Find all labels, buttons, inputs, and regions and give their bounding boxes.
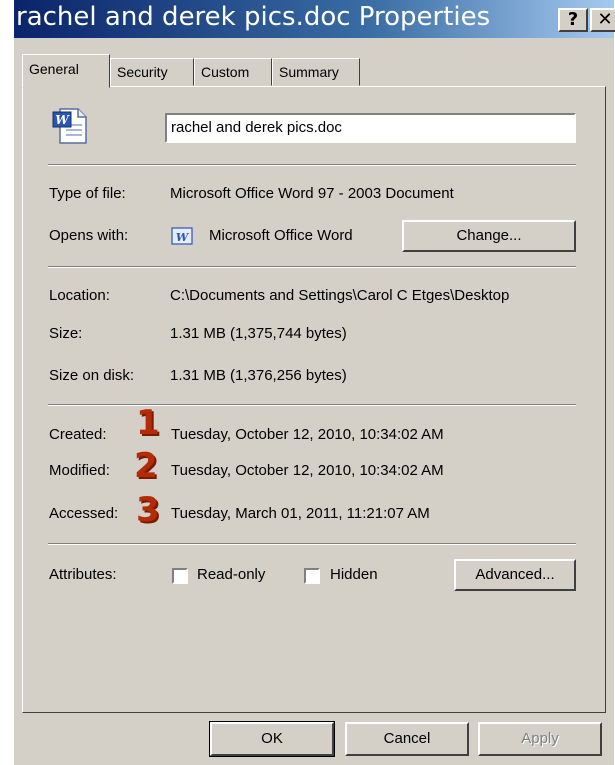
type-value: Microsoft Office Word 97 - 2003 Document (170, 185, 454, 202)
general-panel (22, 86, 606, 713)
hidden-checkbox[interactable] (304, 568, 320, 584)
word-app-icon: W (171, 226, 193, 250)
annotation-marker-3: 3 (136, 490, 160, 530)
location-value: C:\Documents and Settings\Carol C Etges\… (170, 287, 510, 304)
accessed-value: Tuesday, March 01, 2011, 11:21:07 AM (171, 505, 430, 522)
close-button[interactable]: ✕ (590, 8, 615, 32)
tab-summary[interactable]: Summary (272, 58, 360, 86)
hidden-label: Hidden (330, 566, 378, 583)
change-button[interactable]: Change... (402, 220, 576, 252)
svg-text:W: W (55, 113, 70, 127)
svg-text:W: W (176, 231, 190, 244)
cancel-button[interactable]: Cancel (345, 722, 469, 756)
size-label: Size: (49, 325, 83, 342)
created-label: Created: (49, 426, 107, 443)
modified-value: Tuesday, October 12, 2010, 10:34:02 AM (171, 462, 444, 479)
separator (48, 266, 576, 268)
size-value: 1.31 MB (1,375,744 bytes) (170, 325, 347, 342)
read-only-checkbox[interactable] (172, 568, 188, 584)
title-bar[interactable]: rachel and derek pics.doc Properties ? ✕ (14, 0, 615, 38)
tab-security[interactable]: Security (110, 58, 194, 86)
read-only-label: Read-only (197, 566, 266, 583)
word-document-icon: W (52, 107, 88, 149)
close-icon: ✕ (597, 9, 613, 30)
ok-button[interactable]: OK (209, 721, 335, 757)
tab-custom[interactable]: Custom (194, 58, 272, 86)
separator (48, 543, 576, 545)
opens-with-value: Microsoft Office Word (209, 227, 353, 244)
annotation-marker-1: 1 (136, 403, 160, 443)
window-title: rachel and derek pics.doc Properties (16, 2, 491, 32)
type-label: Type of file: (49, 185, 126, 202)
opens-with-label: Opens with: (49, 227, 129, 244)
accessed-label: Accessed: (49, 505, 119, 522)
advanced-button[interactable]: Advanced... (454, 559, 576, 591)
separator (48, 164, 576, 166)
filename-field[interactable]: rachel and derek pics.doc (165, 113, 576, 143)
apply-button[interactable]: Apply (478, 722, 602, 756)
tab-general[interactable]: General (22, 54, 110, 88)
size-on-disk-label: Size on disk: (49, 367, 135, 384)
created-value: Tuesday, October 12, 2010, 10:34:02 AM (171, 426, 444, 443)
size-on-disk-value: 1.31 MB (1,376,256 bytes) (170, 367, 347, 384)
attributes-label: Attributes: (49, 566, 117, 583)
help-button[interactable]: ? (558, 8, 588, 32)
modified-label: Modified: (49, 462, 110, 479)
location-label: Location: (49, 287, 110, 304)
separator (48, 404, 576, 406)
annotation-marker-2: 2 (134, 446, 158, 486)
